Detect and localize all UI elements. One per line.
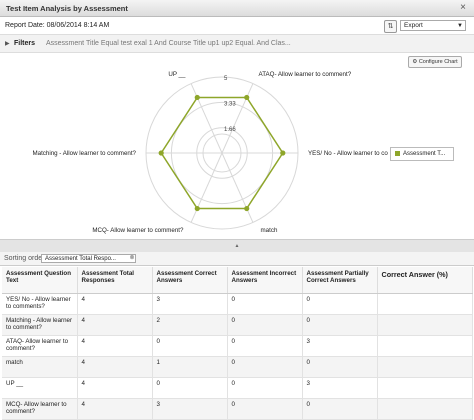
table-cell: 3 xyxy=(152,293,228,315)
table-cell: 4 xyxy=(77,377,153,399)
table-cell: match xyxy=(2,356,78,378)
refresh-icon[interactable]: ⇅ xyxy=(384,20,397,33)
table-cell: 0 xyxy=(152,335,228,357)
sort-chip[interactable]: Assessment Total Respo... xyxy=(41,254,136,263)
table-row[interactable]: MCQ- Allow learner to comment? 4 3 0 0 xyxy=(2,398,473,420)
table-cell: 3 xyxy=(302,335,378,357)
axis-label: MCQ- Allow learner to comment? xyxy=(92,227,184,234)
splitter-handle-icon[interactable]: ▲ xyxy=(231,243,243,249)
configure-chart-label: Configure Chart xyxy=(418,59,458,65)
table-cell: 0 xyxy=(227,314,303,336)
data-point xyxy=(158,150,164,156)
table-cell: 0 xyxy=(227,356,303,378)
table-cell: MCQ- Allow learner to comment? xyxy=(2,398,78,420)
table-cell xyxy=(377,314,473,336)
table-cell: 2 xyxy=(152,314,228,336)
table-row[interactable]: match 4 1 0 0 xyxy=(2,356,473,378)
data-point xyxy=(194,94,200,101)
legend-swatch xyxy=(395,150,400,156)
radial-tick-label: 1.66 xyxy=(224,127,236,133)
radar-chart: 53.331.66UP __ ATAQ- Allow learner to com… xyxy=(32,71,388,234)
table-cell: 1 xyxy=(152,356,228,378)
table-cell: Matching - Allow learner to comment? xyxy=(2,314,78,336)
axis-label: match xyxy=(261,227,278,234)
report-date: Report Date: 08/06/2014 8:14 AM xyxy=(5,22,110,29)
table-cell: 0 xyxy=(227,377,303,399)
table-row[interactable]: Matching - Allow learner to comment? 4 2 0 0 xyxy=(2,314,473,336)
filters-summary: Assessment Title Equal test exal 1 And C… xyxy=(46,40,291,47)
filter-bar[interactable]: ▶ Filters Assessment Title Equal test ex… xyxy=(0,35,474,53)
table-cell: 3 xyxy=(152,398,228,420)
column-header[interactable]: Assessment Total Responses xyxy=(77,267,153,294)
table-cell: 4 xyxy=(77,335,153,357)
table-cell: 0 xyxy=(302,356,378,378)
table-cell: 0 xyxy=(302,398,378,420)
table-cell: 0 xyxy=(227,335,303,357)
chart-legend[interactable]: Assessment T... xyxy=(390,147,454,161)
remove-sort-icon[interactable]: ⊗ xyxy=(128,254,136,263)
table-cell: 3 xyxy=(302,377,378,399)
table-cell: 0 xyxy=(227,398,303,420)
window-titlebar: Test Item Analysis by Assessment × xyxy=(0,0,474,17)
data-point xyxy=(280,150,286,156)
table-cell: 4 xyxy=(77,356,153,378)
configure-chart-button[interactable]: ⚙ Configure Chart xyxy=(408,56,462,68)
chart-area: ⚙ Configure Chart 5 3.33 1.66 UP __ ATAQ- Al… xyxy=(0,53,474,239)
export-select[interactable]: Export ▼ xyxy=(400,20,466,31)
sort-bar: Sorting order: Assessment Total Respo...… xyxy=(0,252,474,266)
table-cell: 4 xyxy=(77,293,153,315)
column-header[interactable]: Assessment Incorrect Answers xyxy=(227,267,303,294)
axis-label: UP __ xyxy=(168,71,186,78)
table-cell xyxy=(377,356,473,378)
window-title: Test Item Analysis by Assessment xyxy=(6,4,128,13)
table-cell xyxy=(377,335,473,357)
table-cell: 0 xyxy=(227,293,303,315)
data-point xyxy=(244,205,250,212)
table-row[interactable]: YES/ No - Allow learner to comments? 4 3 0 0 xyxy=(2,293,473,315)
table-row[interactable]: ATAQ- Allow learner to comment? 4 0 0 3 xyxy=(2,335,473,357)
splitter-bar[interactable]: ▲ xyxy=(0,239,474,253)
table-cell: 0 xyxy=(302,314,378,336)
axis-label: YES/ No - Allow learner to co xyxy=(308,150,388,157)
table-cell xyxy=(377,398,473,420)
data-point xyxy=(194,205,200,212)
column-header[interactable]: Correct Answer (%) xyxy=(377,267,473,294)
legend-label: Assessment T... xyxy=(403,151,446,157)
column-header[interactable]: Assessment Correct Answers xyxy=(152,267,228,294)
table-cell: UP __ xyxy=(2,377,78,399)
expand-icon[interactable]: ▶ xyxy=(5,40,10,47)
table-cell xyxy=(377,293,473,315)
axis-label: Matching - Allow learner to comment? xyxy=(32,150,136,157)
axis-label: ATAQ- Allow learner to comment? xyxy=(259,71,352,78)
data-table: Assessment Question Text Assessment Tota… xyxy=(2,267,473,420)
table-cell: 4 xyxy=(77,314,153,336)
filters-label: Filters xyxy=(14,40,36,47)
table-header-row: Assessment Question Text Assessment Tota… xyxy=(2,267,473,294)
table-cell: 0 xyxy=(302,293,378,315)
table-cell: 0 xyxy=(152,377,228,399)
report-bar: Report Date: 08/06/2014 8:14 AM ⇅ Export… xyxy=(0,17,474,35)
table-cell: YES/ No - Allow learner to comments? xyxy=(2,293,78,315)
export-value: Export xyxy=(404,22,423,29)
column-header[interactable]: Assessment Question Text xyxy=(2,267,78,294)
table-cell xyxy=(377,377,473,399)
column-header[interactable]: Assessment Partially Correct Answers xyxy=(302,267,378,294)
table-cell: ATAQ- Allow learner to comment? xyxy=(2,335,78,357)
radial-tick-label: 3.33 xyxy=(224,101,236,107)
chevron-down-icon: ▼ xyxy=(457,23,463,29)
close-icon[interactable]: × xyxy=(460,2,466,13)
data-point xyxy=(244,94,250,101)
table-cell: 4 xyxy=(77,398,153,420)
settings-icon: ⚙ xyxy=(412,59,418,65)
table-row[interactable]: UP __ 4 0 0 3 xyxy=(2,377,473,399)
